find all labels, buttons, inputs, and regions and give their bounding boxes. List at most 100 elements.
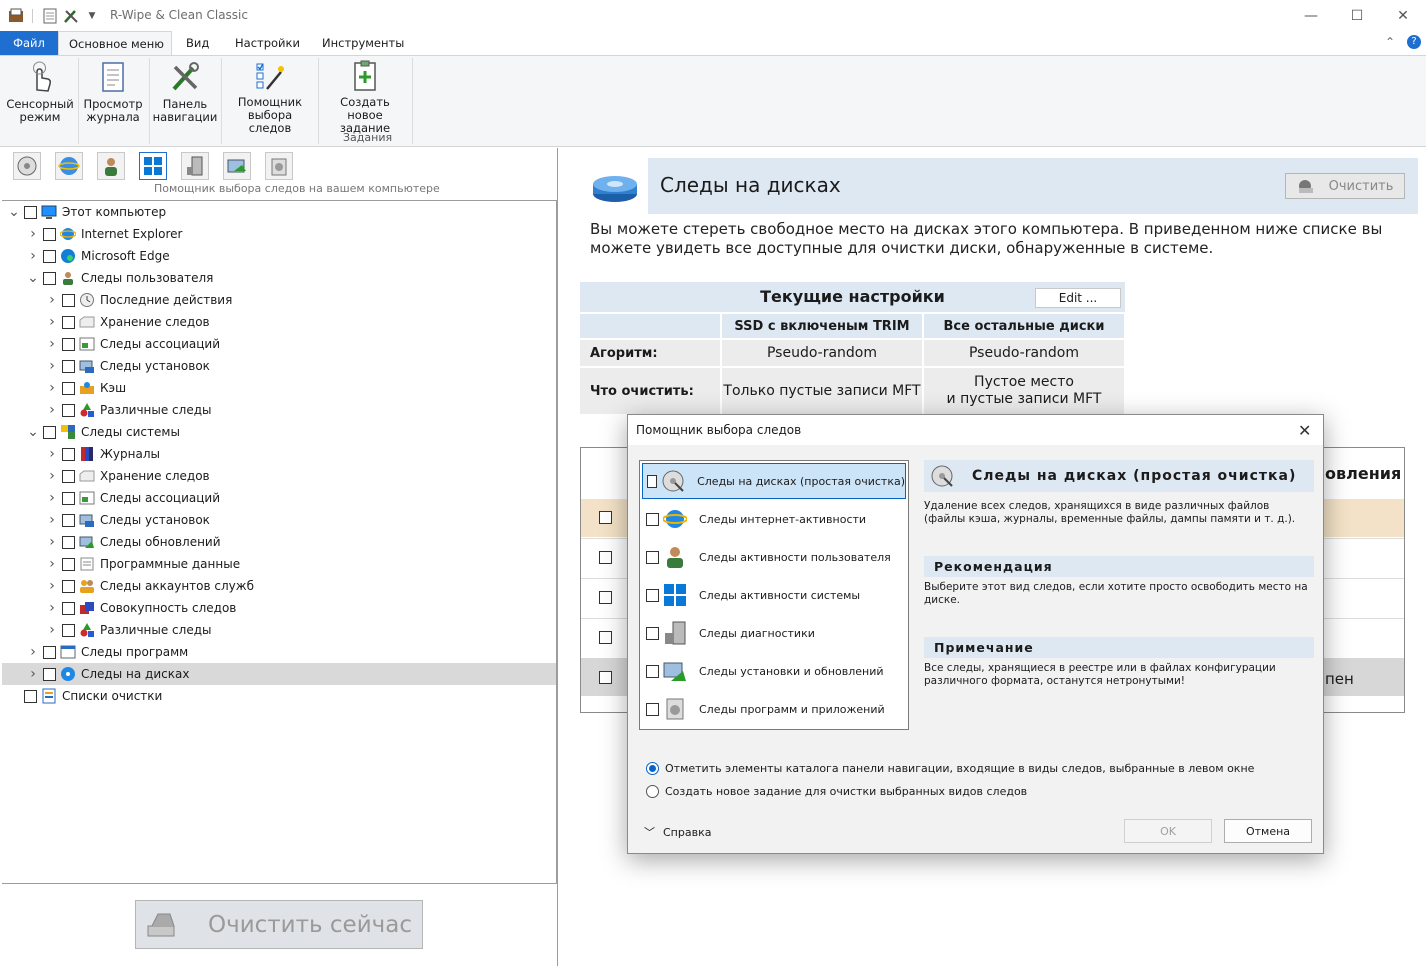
trace-type-item[interactable]: Следы программ и приложений [642, 691, 906, 727]
chevron-down-icon[interactable]: ⌄ [8, 204, 20, 220]
tree-item[interactable]: › Следы установок [2, 509, 556, 531]
grid-row-checkbox[interactable] [599, 511, 612, 524]
tree-checkbox[interactable] [43, 667, 56, 681]
grid-row-checkbox[interactable] [599, 591, 612, 604]
tree-item[interactable]: ⌄ Следы пользователя [2, 267, 556, 289]
dialog-close-icon[interactable]: ✕ [1298, 421, 1311, 440]
quick-access-dropdown-icon[interactable]: ▼ [84, 8, 100, 24]
tree-item[interactable]: › Журналы [2, 443, 556, 465]
tab-settings[interactable]: Настройки [225, 31, 310, 55]
chevron-right-icon[interactable]: › [46, 468, 58, 484]
grid-row-checkbox[interactable] [599, 671, 612, 684]
tab-main-menu[interactable]: Основное меню [58, 31, 172, 55]
tree-checkbox[interactable] [62, 293, 75, 307]
chevron-right-icon[interactable]: › [27, 666, 39, 682]
chevron-right-icon[interactable]: › [46, 578, 58, 594]
chevron-right-icon[interactable]: › [46, 446, 58, 462]
help-icon[interactable]: ? [1407, 35, 1421, 49]
tree-checkbox[interactable] [62, 359, 75, 373]
chevron-right-icon[interactable]: › [27, 644, 39, 660]
diagnostics-toolbar-button[interactable] [181, 152, 209, 180]
tree-checkbox[interactable] [62, 381, 75, 395]
tree-item[interactable]: › Следы на дисках [2, 663, 556, 685]
tree-item[interactable]: › Различные следы [2, 399, 556, 421]
trace-type-item[interactable]: Следы на дисках (простая очистка) [642, 463, 906, 499]
tree-item[interactable]: Списки очистки [2, 685, 556, 707]
navigation-panel-button[interactable]: Панель навигации [152, 60, 218, 130]
close-window-button[interactable]: ✕ [1380, 0, 1426, 31]
tree-item[interactable]: › Следы аккаунтов служб [2, 575, 556, 597]
tree-item[interactable]: › Кэш [2, 377, 556, 399]
chevron-right-icon[interactable]: › [46, 490, 58, 506]
trace-type-checkbox[interactable] [646, 550, 659, 564]
tree-checkbox[interactable] [43, 249, 56, 263]
trace-type-item[interactable]: Следы установки и обновлений [642, 653, 906, 689]
trace-type-checkbox[interactable] [646, 626, 659, 640]
minimize-button[interactable]: — [1288, 0, 1334, 31]
system-toolbar-button[interactable] [139, 152, 167, 180]
tab-tools[interactable]: Инструменты [312, 31, 414, 55]
tree-checkbox[interactable] [62, 513, 75, 527]
tree-item[interactable]: › Следы программ [2, 641, 556, 663]
chevron-right-icon[interactable]: › [46, 600, 58, 616]
internet-toolbar-button[interactable] [55, 152, 83, 180]
chevron-right-icon[interactable]: › [46, 358, 58, 374]
tree-checkbox[interactable] [43, 227, 56, 241]
tab-view[interactable]: Вид [176, 31, 219, 55]
create-task-button[interactable]: Создать новое задание [322, 60, 408, 135]
tree-checkbox[interactable] [62, 491, 75, 505]
ok-button[interactable]: OK [1124, 819, 1212, 843]
chevron-right-icon[interactable]: › [46, 556, 58, 572]
tree-checkbox[interactable] [62, 579, 75, 593]
trace-type-checkbox[interactable] [646, 588, 659, 602]
tree-item[interactable]: › Программные данные [2, 553, 556, 575]
tree-item[interactable]: › Следы обновлений [2, 531, 556, 553]
tree-checkbox[interactable] [43, 271, 56, 285]
tree-item[interactable]: › Различные следы [2, 619, 556, 641]
mark-elements-radio[interactable]: Отметить элементы каталога панели навига… [646, 762, 1254, 775]
grid-row-checkbox[interactable] [599, 551, 612, 564]
trace-wizard-button[interactable]: Помощник выбора следов [226, 60, 314, 135]
clean-button[interactable]: Очистить [1285, 173, 1405, 199]
tree-item[interactable]: › Следы ассоциаций [2, 333, 556, 355]
tree-item[interactable]: › Хранение следов [2, 465, 556, 487]
chevron-right-icon[interactable]: › [46, 622, 58, 638]
tree-checkbox[interactable] [62, 557, 75, 571]
chevron-right-icon[interactable]: › [46, 292, 58, 308]
chevron-right-icon[interactable]: › [27, 248, 39, 264]
trace-type-item[interactable]: Следы активности пользователя [642, 539, 906, 575]
trace-type-checkbox[interactable] [646, 702, 659, 716]
chevron-right-icon[interactable]: › [46, 380, 58, 396]
tree-item[interactable]: › Следы ассоциаций [2, 487, 556, 509]
grid-row-checkbox[interactable] [599, 631, 612, 644]
trace-type-item[interactable]: Следы диагностики [642, 615, 906, 651]
trace-type-item[interactable]: Следы активности системы [642, 577, 906, 613]
tree-checkbox[interactable] [62, 535, 75, 549]
tree-item[interactable]: › Microsoft Edge [2, 245, 556, 267]
view-journal-button[interactable]: Просмотр журнала [80, 60, 146, 130]
tree-checkbox[interactable] [62, 447, 75, 461]
chevron-right-icon[interactable]: › [46, 336, 58, 352]
trace-type-item[interactable]: Следы интернет-активности [642, 501, 906, 537]
tree-checkbox[interactable] [24, 205, 37, 219]
chevron-right-icon[interactable]: › [46, 402, 58, 418]
chevron-right-icon[interactable]: › [46, 512, 58, 528]
journal-quick-icon[interactable] [42, 8, 58, 24]
trace-type-checkbox[interactable] [646, 512, 659, 526]
tree-checkbox[interactable] [43, 425, 56, 439]
tree-checkbox[interactable] [62, 403, 75, 417]
tree-item[interactable]: › Совокупность следов [2, 597, 556, 619]
help-toggle[interactable]: ﹀ Справка [644, 824, 711, 840]
create-task-radio[interactable]: Создать новое задание для очистки выбран… [646, 785, 1027, 798]
tab-file[interactable]: Файл [0, 31, 58, 55]
install-update-toolbar-button[interactable] [223, 152, 251, 180]
chevron-right-icon[interactable]: › [46, 314, 58, 330]
tools-quick-icon[interactable] [63, 8, 79, 24]
chevron-down-icon[interactable]: ⌄ [27, 424, 39, 440]
tree-item[interactable]: › Хранение следов [2, 311, 556, 333]
tree-checkbox[interactable] [62, 315, 75, 329]
tree-item[interactable]: ⌄ Следы системы [2, 421, 556, 443]
touch-mode-button[interactable]: Сенсорный режим [4, 60, 76, 130]
tree-checkbox[interactable] [62, 337, 75, 351]
edit-settings-button[interactable]: Edit ... [1035, 288, 1121, 308]
